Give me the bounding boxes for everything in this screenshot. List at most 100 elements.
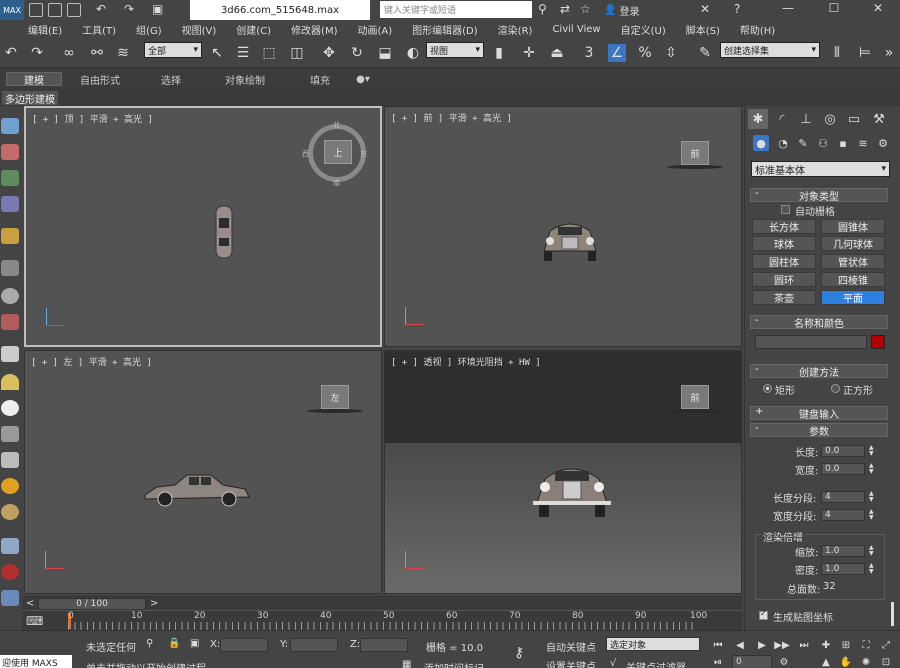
maxscript-listener[interactable]: 迎使用 MAXS: [0, 655, 72, 668]
menu-create[interactable]: 创建(C): [236, 22, 271, 37]
exchange-apps-icon[interactable]: ✕: [700, 2, 710, 16]
exchange-icon[interactable]: ⇄: [560, 2, 570, 16]
scene-explorer-icon[interactable]: [1, 118, 19, 134]
camera-icon[interactable]: [1, 260, 19, 276]
cylinder-button[interactable]: 圆柱体: [752, 254, 816, 269]
width-segs-spinner[interactable]: ▲ ▼: [869, 509, 875, 521]
snaps-toggle-icon[interactable]: 3: [580, 44, 598, 62]
car-perspective-view[interactable]: [531, 457, 613, 519]
viewport-label[interactable]: [ + ] 透视 ] 环境光阻挡 + HW ]: [391, 355, 541, 368]
tab-freeform[interactable]: 自由形式: [70, 72, 130, 87]
go-to-end-icon[interactable]: ⏭: [796, 638, 812, 652]
zoom-extents-icon[interactable]: ⛶: [858, 638, 874, 652]
key-mode-icon[interactable]: ⏯: [710, 655, 726, 668]
auto-key-button[interactable]: 自动关键点: [546, 639, 596, 654]
primitive-category-select[interactable]: 标准基本体: [751, 161, 890, 177]
reference-coordinate-select[interactable]: 视图: [426, 42, 484, 58]
record-icon[interactable]: [1, 564, 19, 580]
density-input[interactable]: 1.0: [821, 563, 865, 575]
rollout-parameters[interactable]: - 参数: [750, 423, 888, 438]
modify-tab-icon[interactable]: ◜: [772, 109, 792, 129]
menu-views[interactable]: 视图(V): [182, 22, 217, 37]
menu-graph-editors[interactable]: 图形编辑器(D): [412, 22, 478, 37]
tab-modeling[interactable]: 建模: [6, 72, 62, 87]
key-filter-icon[interactable]: √: [610, 658, 616, 668]
material-editor-icon[interactable]: [1, 144, 19, 160]
lock-icon[interactable]: 🔒: [168, 638, 180, 649]
torus-icon[interactable]: [1, 504, 19, 520]
selection-filter-select[interactable]: 全部: [144, 42, 202, 58]
unlink-icon[interactable]: ⚯: [88, 44, 106, 62]
tube-button[interactable]: 管状体: [821, 254, 885, 269]
motion-tab-icon[interactable]: ◎: [820, 109, 840, 129]
create-tab-icon[interactable]: ✱: [748, 109, 768, 129]
tab-object-paint[interactable]: 对象绘制: [214, 72, 276, 87]
menu-edit[interactable]: 编辑(E): [28, 22, 62, 37]
object-color-swatch[interactable]: [871, 335, 885, 349]
undo-icon[interactable]: ↶: [96, 2, 106, 16]
ribbon-options-icon[interactable]: ●▾: [352, 72, 374, 86]
bind-space-warp-icon[interactable]: ≋: [114, 44, 132, 62]
utilities-tab-icon[interactable]: ⚒: [869, 109, 889, 129]
shapes-icon[interactable]: ◔: [775, 135, 791, 151]
select-object-icon[interactable]: ↖: [208, 44, 226, 62]
panel-scrollbar[interactable]: [891, 602, 894, 626]
viewcube[interactable]: 前: [681, 385, 709, 409]
move-icon[interactable]: ✥: [320, 44, 338, 62]
close-button[interactable]: ✕: [856, 0, 900, 18]
time-prev-button[interactable]: <: [26, 598, 34, 609]
sun-icon[interactable]: [1, 478, 19, 494]
systems-icon[interactable]: ⚙: [875, 135, 891, 151]
pan-icon[interactable]: ✋: [838, 655, 854, 668]
y-coordinate-input[interactable]: [290, 638, 338, 652]
viewcube[interactable]: 上: [324, 140, 352, 164]
ball-icon[interactable]: [1, 400, 19, 416]
rotate-icon[interactable]: ↻: [348, 44, 366, 62]
time-slider[interactable]: < 0 / 100 >: [22, 596, 742, 610]
rectangle-radio[interactable]: [763, 384, 772, 393]
display-tab-icon[interactable]: ▭: [844, 109, 864, 129]
x-coordinate-input[interactable]: [220, 638, 268, 652]
generate-mapping-checkbox[interactable]: [759, 609, 768, 620]
absolute-mode-icon[interactable]: ▣: [190, 638, 199, 649]
scale-icon[interactable]: ⬓: [376, 44, 394, 62]
mini-curve-editor-icon[interactable]: ⌨: [26, 614, 43, 628]
car-front-view[interactable]: [540, 217, 600, 265]
time-tag-icon[interactable]: ▦: [402, 659, 411, 668]
viewcube[interactable]: 前: [681, 141, 709, 165]
pyramid-button[interactable]: 四棱锥: [821, 272, 885, 287]
open-file-icon[interactable]: [48, 3, 62, 17]
redo-icon[interactable]: ↷: [124, 2, 134, 16]
viewport-front[interactable]: [ + ] 前 ] 平滑 + 高光 ] 前: [384, 106, 742, 347]
viewport-label[interactable]: [ + ] 顶 ] 平滑 + 高光 ]: [32, 112, 153, 125]
menu-civil-view[interactable]: Civil View: [552, 24, 600, 35]
set-key-button[interactable]: 设置关键点: [546, 658, 596, 668]
project-icon[interactable]: ▣: [152, 2, 163, 16]
box-button[interactable]: 长方体: [752, 219, 816, 234]
length-spinner[interactable]: ▲ ▼: [869, 445, 875, 457]
sphere-icon[interactable]: [1, 288, 19, 304]
length-segs-input[interactable]: 4: [821, 491, 865, 503]
teapot-icon[interactable]: [1, 314, 19, 330]
car-side-view[interactable]: [141, 469, 253, 509]
viewcube[interactable]: 左: [321, 385, 349, 409]
minimize-button[interactable]: —: [766, 0, 810, 18]
key-target-select[interactable]: 选定对象: [606, 637, 700, 651]
app-logo[interactable]: MAX: [0, 0, 24, 20]
render-setup-icon[interactable]: [1, 196, 19, 212]
binoculars-icon[interactable]: ⚲: [538, 2, 547, 16]
rectangular-selection-icon[interactable]: ⬚: [260, 44, 278, 62]
zoom-all-icon[interactable]: ⊞: [838, 638, 854, 652]
tab-populate[interactable]: 填充: [296, 72, 344, 87]
polygon-modeling-tab[interactable]: 多边形建模: [2, 91, 58, 106]
dome-icon[interactable]: [1, 374, 19, 390]
viewport-top[interactable]: [ + ] 顶 ] 平滑 + 高光 ] 上 北 南 东 西: [24, 106, 382, 347]
track-bar[interactable]: ⌨ 0 10 20 30 40 50 60 70 80 90 100: [22, 610, 742, 630]
menu-help[interactable]: 帮助(H): [740, 22, 775, 37]
length-segs-spinner[interactable]: ▲ ▼: [869, 491, 875, 503]
zoom-extents-all-icon[interactable]: ⤢: [878, 638, 894, 652]
time-slider-thumb[interactable]: 0 / 100: [38, 598, 146, 610]
z-coordinate-input[interactable]: [360, 638, 408, 652]
width-spinner[interactable]: ▲ ▼: [869, 463, 875, 475]
square-radio[interactable]: [831, 384, 840, 393]
